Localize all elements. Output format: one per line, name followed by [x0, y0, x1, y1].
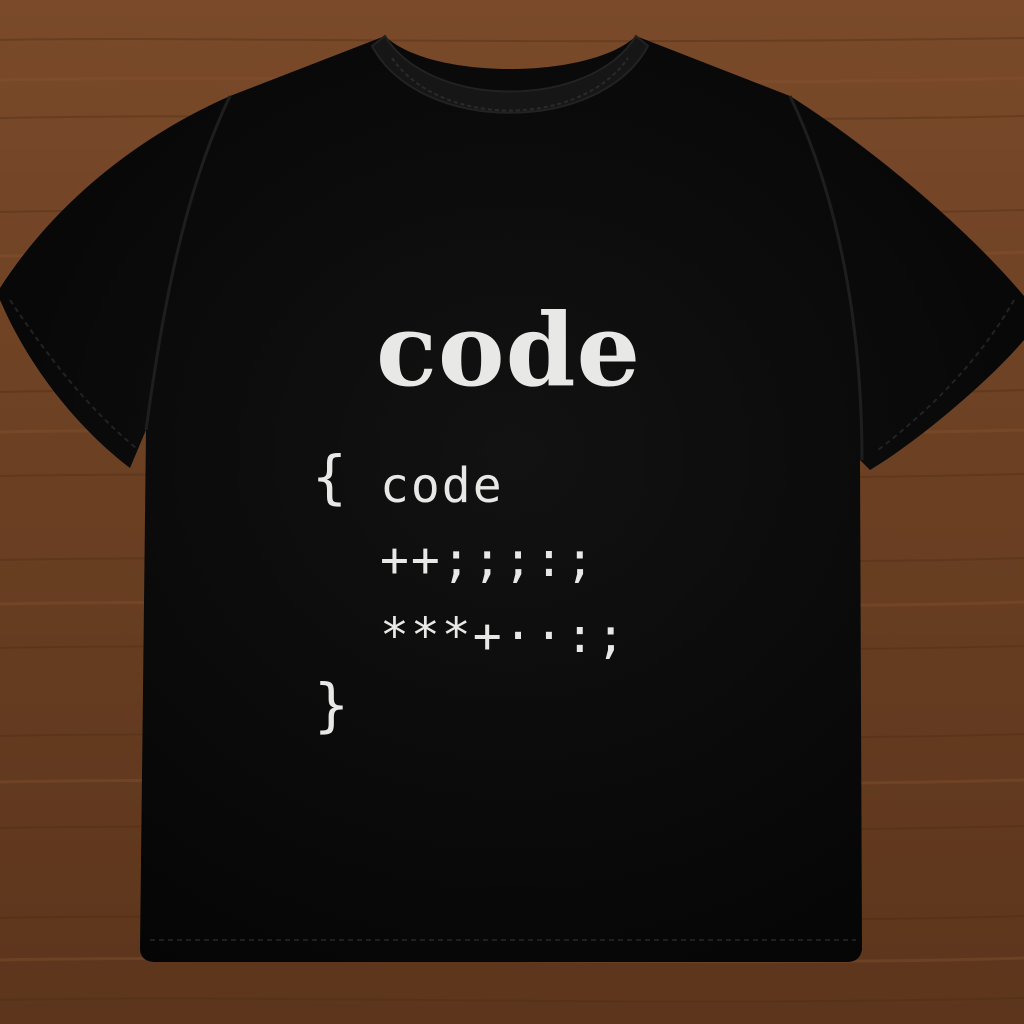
- print-title-code: code: [376, 291, 642, 409]
- photo-scene: [0, 0, 1024, 1024]
- open-brace: {: [312, 443, 347, 511]
- code-line-3: ***+··:;: [380, 608, 628, 664]
- code-line-2: ++;;;:;: [380, 532, 597, 588]
- code-line-1: code: [380, 458, 504, 514]
- close-brace: }: [314, 671, 349, 739]
